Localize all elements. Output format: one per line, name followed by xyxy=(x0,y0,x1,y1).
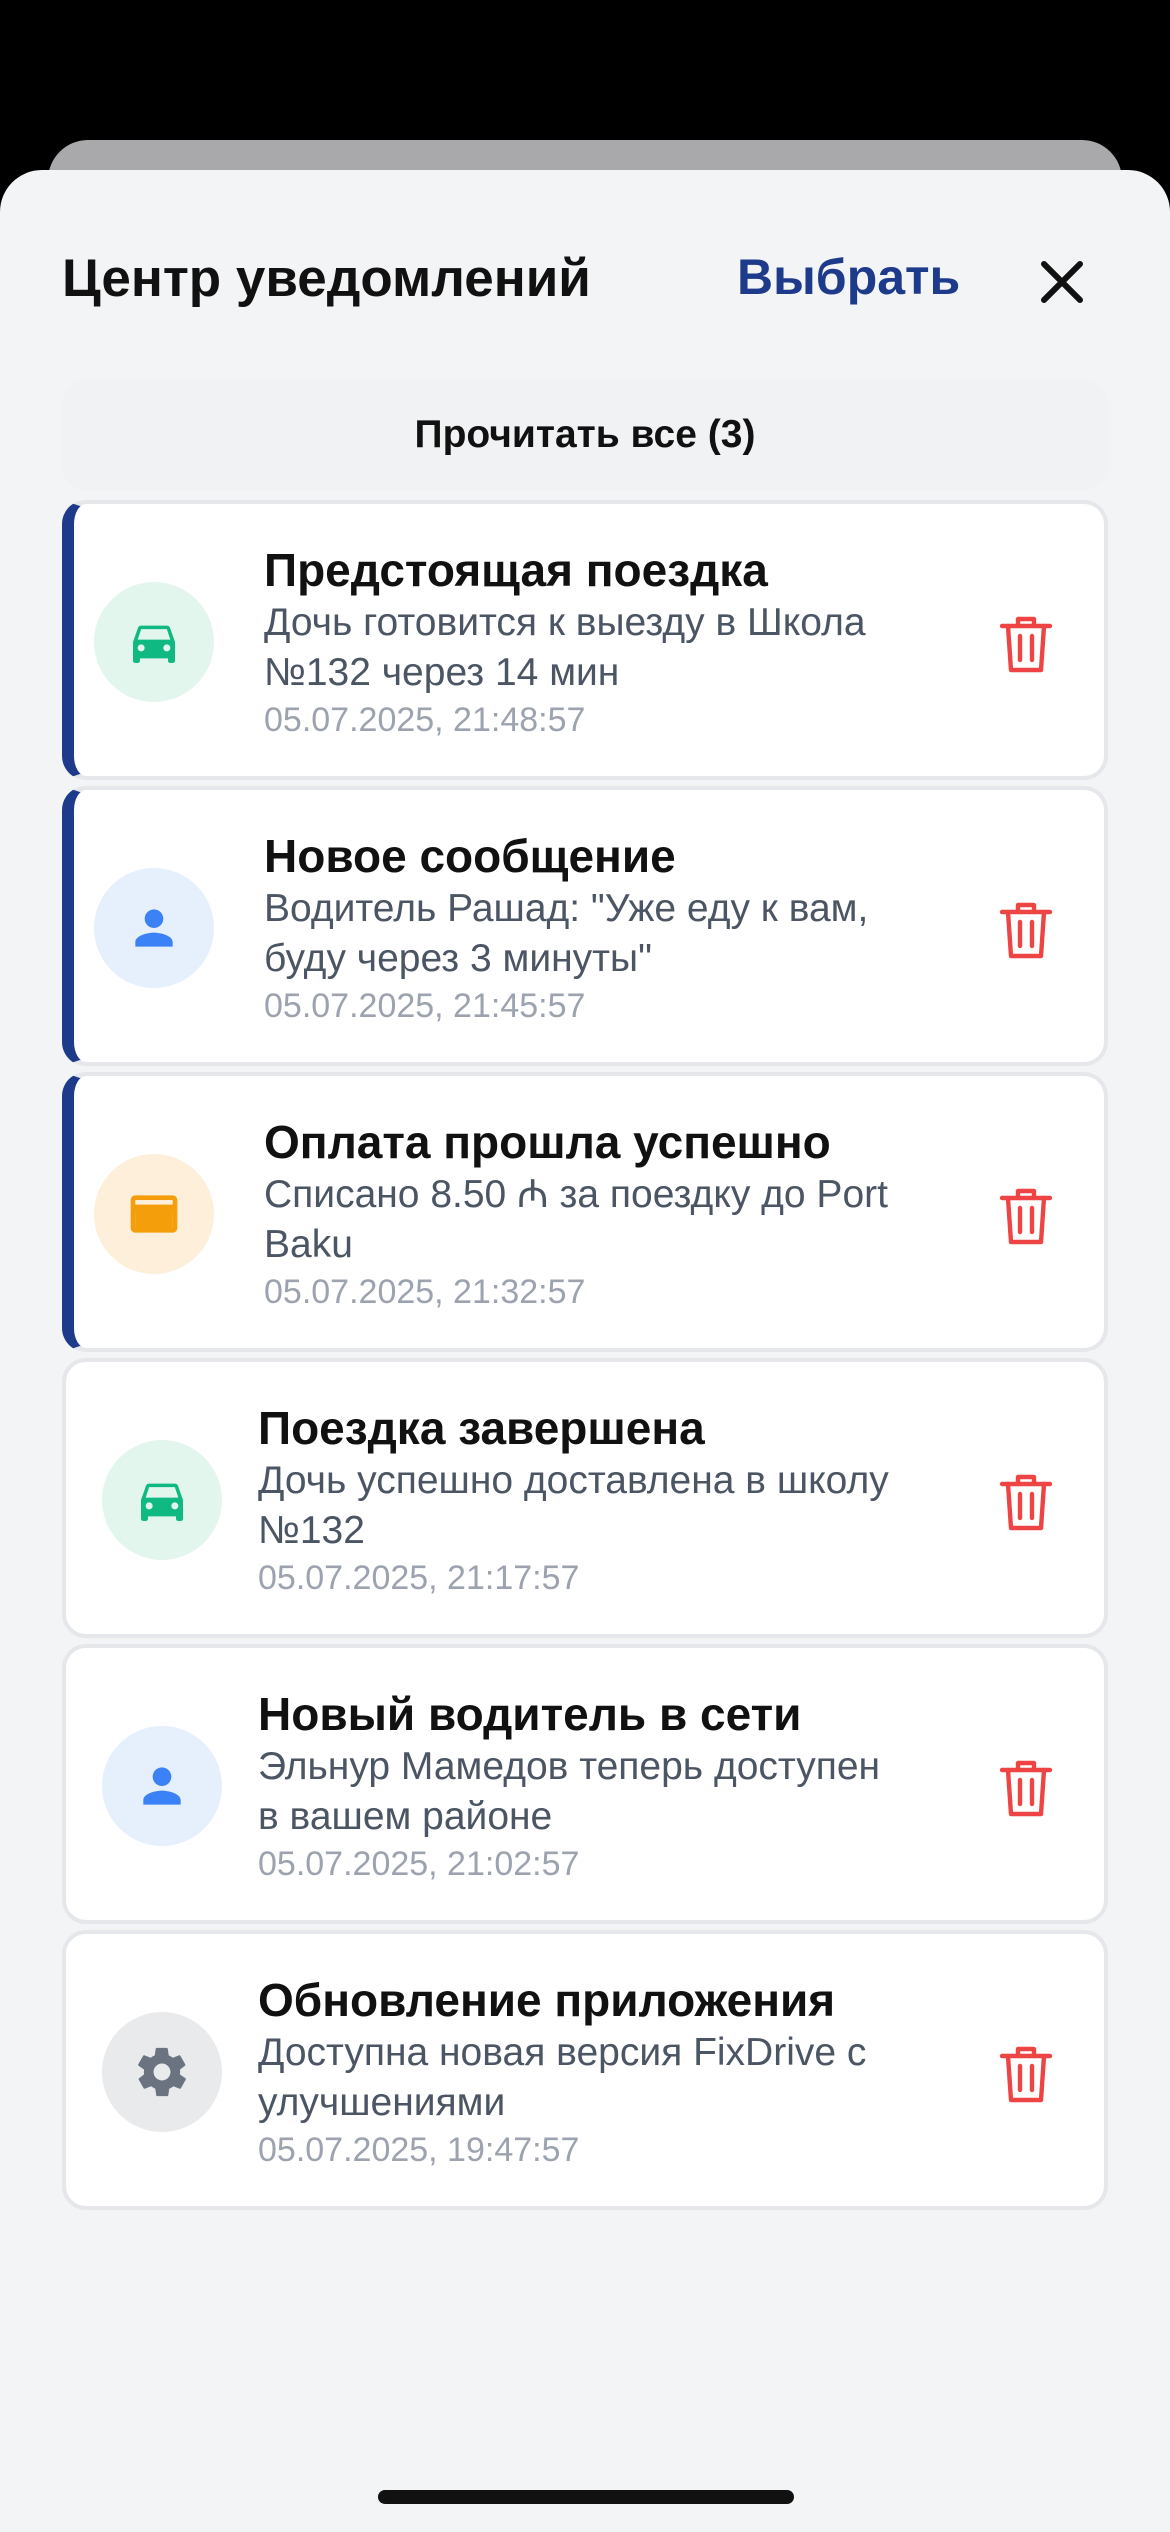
close-icon xyxy=(1041,261,1083,303)
notification-title: Обновление приложения xyxy=(258,1974,836,2026)
notification-message: Дочь успешно доставлена в школу №132 xyxy=(258,1456,958,1556)
notification-icon-badge xyxy=(102,1440,222,1560)
read-all-button[interactable]: Прочитать все (3) xyxy=(62,380,1108,490)
trash-icon[interactable] xyxy=(998,2042,1054,2106)
notification-message-line: буду через 3 минуты" xyxy=(264,937,652,980)
notification-card[interactable]: Поездка завершена Дочь успешно доставлен… xyxy=(62,1358,1108,1638)
home-indicator[interactable] xyxy=(378,2490,794,2504)
notification-message-line: Baku xyxy=(264,1223,353,1266)
trash-icon[interactable] xyxy=(998,1470,1054,1534)
notification-time: 05.07.2025, 21:48:57 xyxy=(264,701,586,739)
notification-text: Новый водитель в сети Эльнур Мамедов теп… xyxy=(258,1686,958,1886)
notification-icon-badge xyxy=(94,868,214,988)
gear-icon xyxy=(138,2047,186,2097)
notification-time: 05.07.2025, 21:17:57 xyxy=(258,1559,580,1597)
car-icon xyxy=(141,1483,183,1521)
notification-card[interactable]: Предстоящая поездка Дочь готовится к вые… xyxy=(62,500,1108,780)
user-icon xyxy=(135,909,173,947)
notification-message-line: Списано 8.50 ₼ за поездку до Port xyxy=(264,1173,888,1216)
notification-icon-badge xyxy=(94,582,214,702)
notification-message-line: в вашем районе xyxy=(258,1795,553,1838)
notification-title: Новый водитель в сети xyxy=(258,1688,802,1740)
notification-title: Поездка завершена xyxy=(258,1402,705,1454)
notification-icon-badge xyxy=(102,2012,222,2132)
close-button[interactable] xyxy=(1032,252,1092,312)
card-icon xyxy=(130,1195,178,1233)
notification-center-sheet: Центр уведомлений Выбрать Прочитать все … xyxy=(0,170,1170,2532)
notification-text: Обновление приложения Доступна новая вер… xyxy=(258,1972,958,2172)
notification-time: 05.07.2025, 21:45:57 xyxy=(264,987,586,1025)
notification-message: Эльнур Мамедов теперь доступен в вашем р… xyxy=(258,1742,958,1842)
notification-message-line: №132 через 14 мин xyxy=(264,651,620,694)
notification-message-line: Эльнур Мамедов теперь доступен xyxy=(258,1745,881,1788)
notification-card[interactable]: Обновление приложения Доступна новая вер… xyxy=(62,1930,1108,2210)
sheet-header: Центр уведомлений Выбрать xyxy=(0,170,1170,390)
notification-title: Оплата прошла успешно xyxy=(264,1116,831,1168)
notification-message-line: Дочь успешно доставлена в школу xyxy=(258,1459,889,1502)
notification-message-line: Доступна новая версия FixDrive с xyxy=(258,2031,867,2074)
notification-card[interactable]: Новый водитель в сети Эльнур Мамедов теп… xyxy=(62,1644,1108,1924)
trash-icon[interactable] xyxy=(998,1756,1054,1820)
notification-text: Поездка завершена Дочь успешно доставлен… xyxy=(258,1400,958,1600)
trash-icon[interactable] xyxy=(998,1184,1054,1248)
notification-message-line: Водитель Рашад: "Уже еду к вам, xyxy=(264,887,869,930)
select-button[interactable]: Выбрать xyxy=(737,248,960,306)
notification-time: 05.07.2025, 19:47:57 xyxy=(258,2131,580,2169)
notification-message-line: №132 xyxy=(258,1509,365,1552)
notification-icon-badge xyxy=(102,1726,222,1846)
notification-message: Доступна новая версия FixDrive с улучшен… xyxy=(258,2028,958,2128)
notification-time: 05.07.2025, 21:32:57 xyxy=(264,1273,586,1311)
car-icon xyxy=(133,625,175,663)
notification-message: Списано 8.50 ₼ за поездку до Port Baku xyxy=(264,1170,964,1270)
notification-message-line: Дочь готовится к выезду в Школа xyxy=(264,601,866,644)
notification-message: Дочь готовится к выезду в Школа №132 чер… xyxy=(264,598,964,698)
notification-icon-badge xyxy=(94,1154,214,1274)
notification-title: Предстоящая поездка xyxy=(264,544,768,596)
notification-message: Водитель Рашад: "Уже еду к вам, буду чер… xyxy=(264,884,964,984)
notification-message-line: улучшениями xyxy=(258,2081,506,2124)
sheet-title: Центр уведомлений xyxy=(62,249,591,308)
notification-time: 05.07.2025, 21:02:57 xyxy=(258,1845,580,1883)
notification-text: Оплата прошла успешно Списано 8.50 ₼ за … xyxy=(264,1114,964,1314)
notification-card[interactable]: Оплата прошла успешно Списано 8.50 ₼ за … xyxy=(62,1072,1108,1352)
user-icon xyxy=(143,1767,181,1805)
notification-text: Предстоящая поездка Дочь готовится к вые… xyxy=(264,542,964,742)
trash-icon[interactable] xyxy=(998,612,1054,676)
notification-title: Новое сообщение xyxy=(264,830,676,882)
notification-card[interactable]: Новое сообщение Водитель Рашад: "Уже еду… xyxy=(62,786,1108,1066)
trash-icon[interactable] xyxy=(998,898,1054,962)
notification-text: Новое сообщение Водитель Рашад: "Уже еду… xyxy=(264,828,964,1028)
